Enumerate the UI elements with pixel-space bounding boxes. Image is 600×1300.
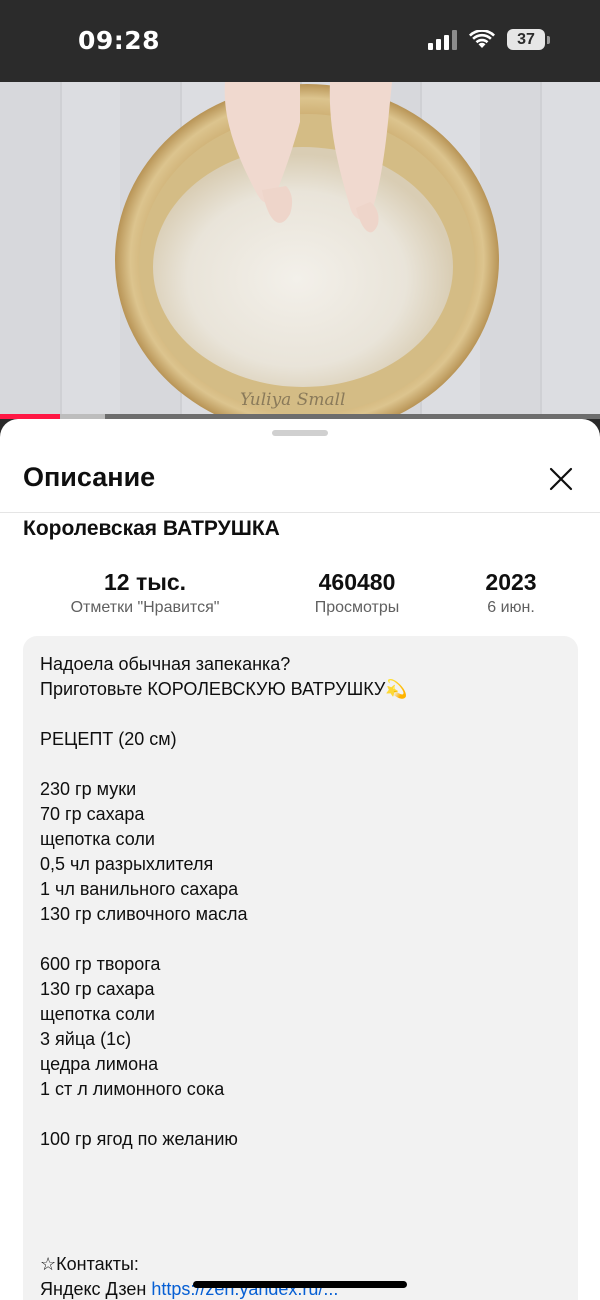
description-line: 600 гр творога	[40, 954, 161, 974]
description-line	[40, 752, 561, 777]
description-line	[40, 702, 561, 727]
status-bar: 09:28 37	[0, 0, 600, 82]
description-line: 0,5 чл разрыхлителя	[40, 854, 214, 874]
video-frame-image	[115, 82, 499, 418]
video-player[interactable]: Yuliya Small	[0, 82, 600, 418]
description-line: 1 ст л лимонного сока	[40, 1079, 225, 1099]
close-icon	[549, 467, 573, 491]
header-divider	[0, 512, 600, 513]
likes-count: 12 тыс.	[103, 569, 187, 595]
description-sheet: Описание Королевская ВАТРУШКА 12 тыс. От…	[0, 419, 600, 1300]
description-line: Надоела обычная запеканка?	[40, 654, 291, 674]
views-stat: 460480 Просмотры	[297, 569, 417, 617]
description-line: 130 гр сливочного масла	[40, 904, 248, 924]
wifi-icon	[469, 29, 495, 48]
description-line: щепотка соли	[40, 829, 155, 849]
contact-prefix: Яндекс Дзен	[40, 1279, 152, 1299]
battery-level: 37	[507, 29, 545, 50]
battery-icon: 37	[507, 29, 550, 50]
sheet-drag-handle[interactable]	[272, 430, 328, 436]
description-line	[40, 1177, 561, 1202]
description-line	[40, 1102, 561, 1127]
description-line: 100 гр ягод по желанию	[40, 1129, 238, 1149]
description-line: цедра лимона	[40, 1054, 159, 1074]
sheet-title: Описание	[23, 462, 156, 492]
status-icons: 37	[428, 29, 550, 50]
close-button[interactable]	[545, 463, 577, 495]
channel-watermark: Yuliya Small	[240, 390, 346, 410]
description-line: 3 яйца (1с)	[40, 1029, 132, 1049]
description-text: Надоела обычная запеканка? Приготовьте КО…	[40, 652, 561, 1277]
likes-label: Отметки "Нравится"	[70, 599, 220, 616]
description-line	[40, 1227, 561, 1252]
description-line	[40, 1202, 561, 1227]
description-line: 130 гр сахара	[40, 979, 155, 999]
status-time: 09:28	[78, 26, 161, 55]
description-line: Приготовьте КОРОЛЕВСКУЮ ВАТРУШКУ💫	[40, 679, 408, 699]
cellular-signal-icon	[428, 29, 457, 50]
description-line: 1 чл ванильного сахара	[40, 879, 239, 899]
description-line: щепотка соли	[40, 1004, 155, 1024]
views-count: 460480	[318, 569, 396, 595]
description-line: ☆Контакты:	[40, 1254, 139, 1274]
date-stat: 2023 6 июн.	[470, 569, 552, 617]
description-line: РЕЦЕПТ (20 см)	[40, 729, 177, 749]
likes-stat: 12 тыс. Отметки "Нравится"	[55, 569, 235, 617]
publish-date: 6 июн.	[487, 599, 535, 616]
description-box: Надоела обычная запеканка? Приготовьте КО…	[23, 636, 578, 1300]
video-title: Королевская ВАТРУШКА	[23, 517, 280, 540]
publish-year: 2023	[485, 569, 537, 595]
views-label: Просмотры	[314, 599, 400, 616]
description-line: 230 гр муки	[40, 779, 137, 799]
description-line: 70 гр сахара	[40, 804, 145, 824]
home-indicator[interactable]	[193, 1281, 407, 1288]
description-line	[40, 927, 561, 952]
description-line	[40, 1152, 561, 1177]
